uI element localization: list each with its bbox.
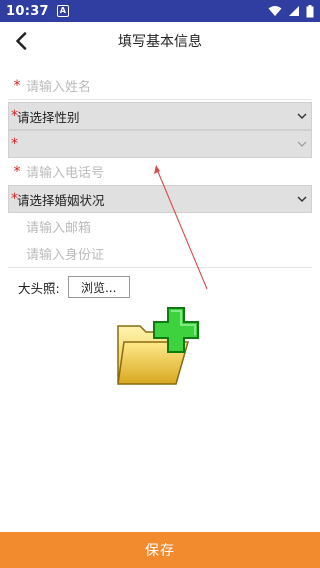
status-icons bbox=[268, 4, 314, 18]
required-marker: * bbox=[11, 108, 18, 124]
gender-select-value: 请选择性别 bbox=[17, 109, 80, 125]
app-header: 填写基本信息 bbox=[0, 22, 320, 60]
required-marker: * bbox=[11, 136, 18, 152]
back-button[interactable] bbox=[8, 28, 34, 54]
marital-select-value: 请选择婚姻状况 bbox=[17, 192, 105, 208]
folder-add-icon[interactable] bbox=[114, 304, 206, 390]
name-placeholder: 请输入姓名 bbox=[26, 80, 92, 95]
required-marker: * bbox=[13, 163, 21, 180]
avatar-label: 大头照: bbox=[18, 280, 60, 296]
phone-field[interactable]: * 请输入电话号 bbox=[8, 158, 312, 186]
id-card-placeholder: 请输入身份证 bbox=[26, 248, 105, 263]
browse-button[interactable]: 浏览... bbox=[67, 276, 130, 298]
unlabeled-select[interactable]: * bbox=[8, 130, 312, 158]
id-card-field[interactable]: 请输入身份证 bbox=[8, 240, 312, 268]
gender-select[interactable]: * 请选择性别 bbox=[8, 102, 312, 130]
notification-a-icon: A bbox=[56, 5, 69, 17]
email-field[interactable]: 请输入邮箱 bbox=[8, 213, 312, 241]
required-marker: * bbox=[13, 77, 21, 94]
save-button[interactable]: 保存 bbox=[0, 532, 320, 568]
chevron-down-icon bbox=[297, 194, 307, 204]
status-time: 10:37 bbox=[6, 3, 49, 19]
marital-status-select[interactable]: * 请选择婚姻状况 bbox=[8, 185, 312, 213]
wifi-icon bbox=[268, 6, 282, 16]
page-title: 填写基本信息 bbox=[118, 34, 202, 50]
phone-placeholder: 请输入电话号 bbox=[26, 166, 105, 181]
email-placeholder: 请输入邮箱 bbox=[26, 221, 92, 236]
status-bar: 10:37 A bbox=[0, 0, 320, 22]
chevron-down-icon bbox=[297, 139, 307, 149]
signal-icon bbox=[289, 6, 299, 16]
chevron-down-icon bbox=[297, 111, 307, 121]
required-marker: * bbox=[11, 191, 18, 207]
avatar-upload-row: 大头照: 浏览... bbox=[18, 276, 130, 298]
back-chevron-icon bbox=[16, 32, 27, 50]
battery-icon bbox=[306, 4, 314, 17]
name-field[interactable]: * 请输入姓名 bbox=[8, 72, 312, 100]
